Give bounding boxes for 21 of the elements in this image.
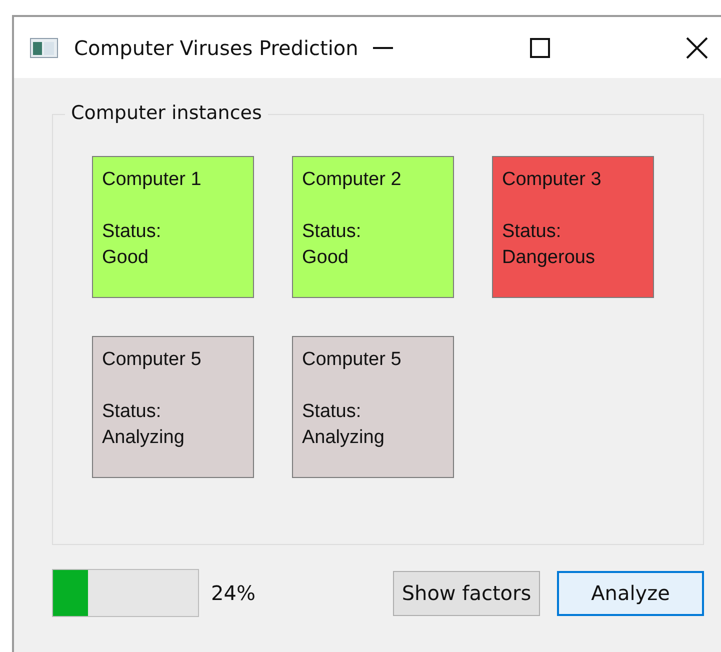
- analyze-button[interactable]: Analyze: [557, 570, 704, 616]
- status-value: Analyzing: [302, 426, 386, 450]
- window-title: Computer Viruses Prediction: [74, 36, 360, 60]
- status-label: Status:: [302, 400, 362, 424]
- factors-button[interactable]: Show factors: [393, 570, 540, 616]
- window-icon: [30, 38, 58, 58]
- status-label: Status:: [102, 400, 162, 424]
- progress-percent: 24%: [211, 581, 256, 605]
- status-label: Status:: [502, 220, 562, 244]
- group-title: Computer instances: [65, 102, 268, 124]
- computer-name: Computer 2: [302, 168, 402, 192]
- status-value: Dangerous: [502, 246, 596, 270]
- status-label: Status:: [102, 220, 162, 244]
- status-value: Analyzing: [102, 426, 186, 450]
- status-value: Good: [302, 246, 350, 270]
- computer-name: Computer 5: [102, 348, 202, 372]
- status-label: Status:: [302, 220, 362, 244]
- computer-name: Computer 3: [502, 168, 602, 192]
- computer-name: Computer 5: [302, 348, 402, 372]
- status-value: Good: [102, 246, 150, 270]
- computer-name: Computer 1: [102, 168, 202, 192]
